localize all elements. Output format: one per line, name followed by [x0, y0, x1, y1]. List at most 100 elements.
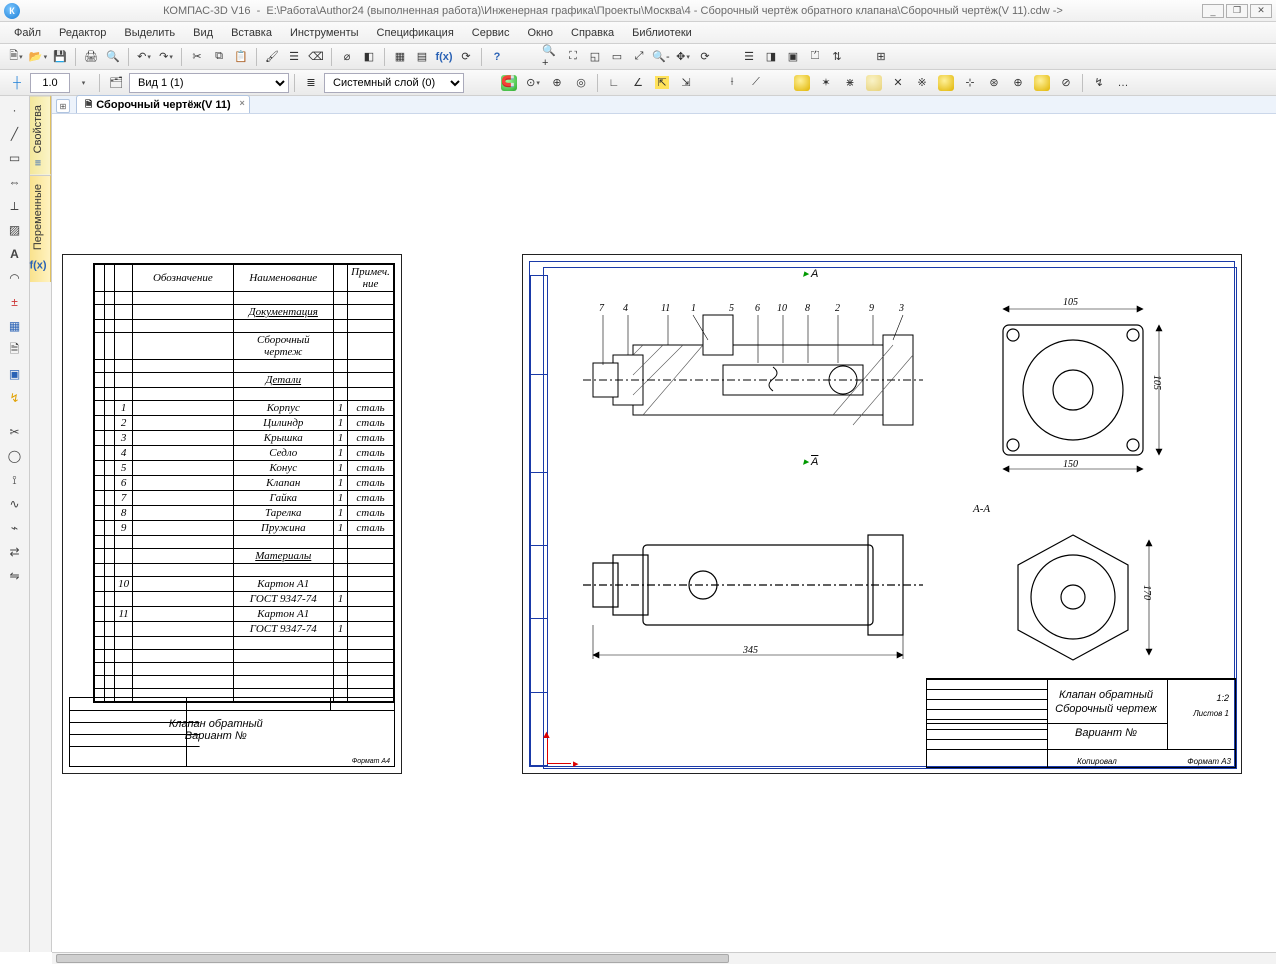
doc-tree-button[interactable]: ⊞ — [56, 99, 70, 113]
help-button[interactable]: ? — [487, 47, 507, 67]
menu-window[interactable]: Окно — [519, 25, 561, 41]
snap-center[interactable]: ◎ — [570, 73, 592, 93]
tool-sel[interactable]: ↯ — [5, 388, 25, 408]
osnap-12[interactable]: ⊘ — [1055, 73, 1077, 93]
refresh-button[interactable]: ⟳ — [695, 47, 715, 67]
save-button[interactable]: 💾 — [50, 47, 70, 67]
paste-button[interactable]: 📋 — [231, 47, 251, 67]
osnap-9[interactable]: ⊛ — [983, 73, 1005, 93]
spec-btn-c[interactable]: ▣ — [783, 47, 803, 67]
tool-spline[interactable]: ∿ — [5, 494, 25, 514]
undo-button[interactable]: ↶ — [134, 47, 154, 67]
polar[interactable]: ∠ — [627, 73, 649, 93]
spec-btn-a[interactable]: ☰ — [739, 47, 759, 67]
properties-button[interactable]: ☰ — [284, 47, 304, 67]
menu-select[interactable]: Выделить — [116, 25, 183, 41]
zoom-out-button[interactable]: 🔍- — [651, 47, 671, 67]
print-preview-button[interactable]: 🔍 — [103, 47, 123, 67]
open-button[interactable]: 📂 — [28, 47, 48, 67]
tool-a[interactable]: ⌀ — [337, 47, 357, 67]
osnap-11[interactable] — [1031, 73, 1053, 93]
zoom-in-button[interactable]: 🔍+ — [541, 47, 561, 67]
tool-rect[interactable]: ▭ — [5, 148, 25, 168]
spec-btn-e[interactable]: ⇅ — [827, 47, 847, 67]
tool-block[interactable]: ▣ — [5, 364, 25, 384]
osnap-5[interactable]: ✕ — [887, 73, 909, 93]
print-button[interactable]: 🖨 — [81, 47, 101, 67]
snap-magnet[interactable]: 🧲 — [498, 73, 520, 93]
zoom-window-button[interactable]: ⛶ — [563, 47, 583, 67]
tool-text[interactable]: A — [5, 244, 25, 264]
tool-d[interactable]: ▤ — [412, 47, 432, 67]
menu-help[interactable]: Справка — [563, 25, 622, 41]
snap-xy[interactable]: ⇱ — [651, 73, 673, 93]
tool-sheet[interactable]: 🗎 — [5, 340, 25, 360]
scale-drop[interactable] — [72, 73, 94, 93]
osnap-off[interactable]: ↯ — [1088, 73, 1110, 93]
fx-button[interactable]: f(x) — [434, 47, 454, 67]
spec-btn-d[interactable]: ⏍ — [805, 47, 825, 67]
osnap-8[interactable]: ⊹ — [959, 73, 981, 93]
tool-line[interactable]: ╱ — [5, 124, 25, 144]
menu-tools[interactable]: Инструменты — [282, 25, 367, 41]
tool-tol[interactable]: ± — [5, 292, 25, 312]
eraser-button[interactable]: ⌫ — [306, 47, 326, 67]
horizontal-scrollbar[interactable] — [52, 952, 1276, 964]
osnap-2[interactable]: ✶ — [815, 73, 837, 93]
osnap-1[interactable] — [791, 73, 813, 93]
panel-properties[interactable]: ≡ Свойства — [30, 96, 51, 175]
tool-offset[interactable]: ⇄ — [5, 542, 25, 562]
tool-b[interactable]: ◧ — [359, 47, 379, 67]
tool-e[interactable]: ⟳ — [456, 47, 476, 67]
document-tab[interactable]: 🗎 Сборочный чертёж(V 11) × — [76, 95, 250, 113]
tool-dim2[interactable]: ⟂ — [5, 196, 25, 216]
tool-arc[interactable]: ◠ — [5, 268, 25, 288]
views-manager[interactable]: 🗂 — [105, 73, 127, 93]
constraint-a[interactable]: ⟊ — [721, 73, 743, 93]
tool-dim1[interactable]: ⇔ — [5, 172, 25, 192]
tool-trim[interactable]: ✂ — [5, 422, 25, 442]
document-tab-close[interactable]: × — [239, 98, 244, 108]
tool-hatch[interactable]: ▨ — [5, 220, 25, 240]
constraint-b[interactable]: ⟋ — [745, 73, 767, 93]
pan-button[interactable]: ✥ — [673, 47, 693, 67]
tool-mirror[interactable]: ⇋ — [5, 566, 25, 586]
zoom-prev-button[interactable]: ◱ — [585, 47, 605, 67]
layers-manager[interactable]: ≣ — [300, 73, 322, 93]
menu-editor[interactable]: Редактор — [51, 25, 114, 41]
minimize-button[interactable]: _ — [1202, 4, 1224, 18]
cut-button[interactable]: ✂ — [187, 47, 207, 67]
panel-variables[interactable]: f(x) Переменные — [30, 175, 51, 282]
tool-meas[interactable]: ⟟ — [5, 470, 25, 490]
osnap-4[interactable] — [863, 73, 885, 93]
menu-insert[interactable]: Вставка — [223, 25, 280, 41]
snap-mid[interactable]: ⊕ — [546, 73, 568, 93]
menu-service[interactable]: Сервис — [464, 25, 518, 41]
lib-button[interactable]: ⊞ — [871, 47, 891, 67]
snap-track[interactable]: ⇲ — [675, 73, 697, 93]
redo-button[interactable]: ↷ — [156, 47, 176, 67]
tool-circle[interactable]: ◯ — [5, 446, 25, 466]
layer-select[interactable]: Системный слой (0) — [324, 73, 464, 93]
zoom-fit-button[interactable]: ⤢ — [629, 47, 649, 67]
maximize-button[interactable]: ❐ — [1226, 4, 1248, 18]
tool-point[interactable]: · — [5, 100, 25, 120]
close-button[interactable]: ✕ — [1250, 4, 1272, 18]
drawing-canvas[interactable]: Обозначение Наименование Примеч. ние Док… — [52, 114, 1276, 952]
tool-bez[interactable]: ⌁ — [5, 518, 25, 538]
osnap-7[interactable] — [935, 73, 957, 93]
osnap-6[interactable]: ※ — [911, 73, 933, 93]
new-button[interactable]: 🗎 — [6, 47, 26, 67]
osnap-10[interactable]: ⊕ — [1007, 73, 1029, 93]
tool-table[interactable]: ▦ — [5, 316, 25, 336]
menu-spec[interactable]: Спецификация — [369, 25, 462, 41]
zoom-all-button[interactable]: ▭ — [607, 47, 627, 67]
spec-btn-b[interactable]: ◨ — [761, 47, 781, 67]
snap-end[interactable]: ⊙ — [522, 73, 544, 93]
menu-libs[interactable]: Библиотеки — [624, 25, 700, 41]
osnap-cfg[interactable]: … — [1112, 73, 1134, 93]
view-select[interactable]: Вид 1 (1) — [129, 73, 289, 93]
grid-toggle[interactable]: ┼ — [6, 73, 28, 93]
scrollbar-thumb[interactable] — [56, 954, 729, 963]
osnap-3[interactable]: ⋇ — [839, 73, 861, 93]
